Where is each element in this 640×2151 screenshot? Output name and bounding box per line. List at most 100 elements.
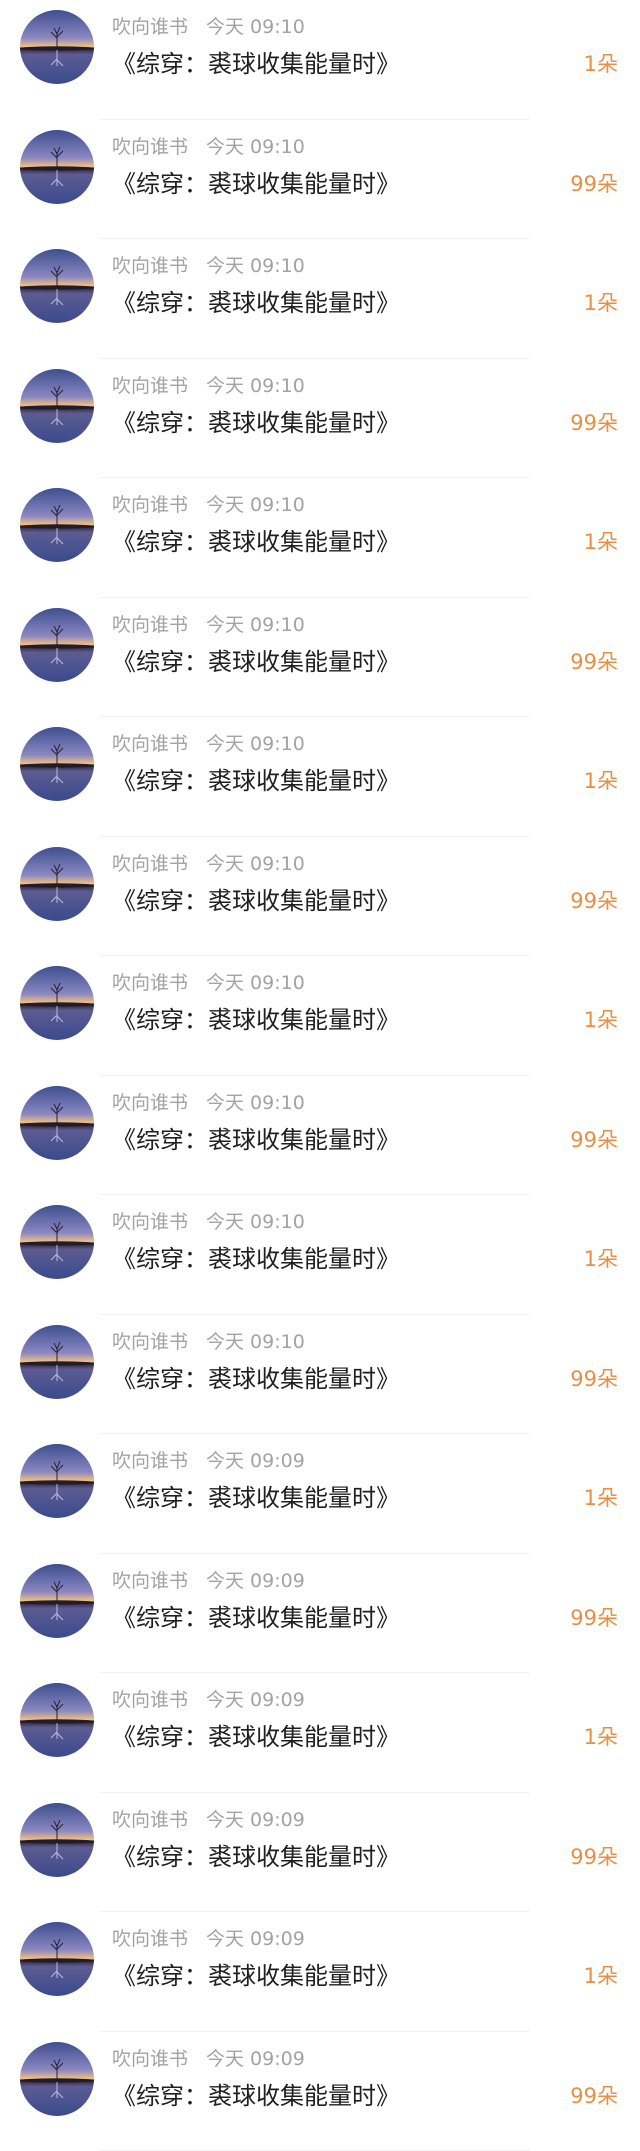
record-meta: 吹向谁书今天 09:10 (112, 1090, 305, 1116)
sender-name: 吹向谁书 (112, 375, 188, 397)
flower-amount: 99朵 (570, 1362, 618, 1396)
avatar[interactable] (20, 1325, 94, 1399)
flower-amount: 99朵 (570, 406, 618, 440)
flower-amount: 1朵 (584, 1481, 618, 1515)
avatar[interactable] (20, 249, 94, 323)
flower-amount: 99朵 (570, 1601, 618, 1635)
sender-name: 吹向谁书 (112, 494, 188, 516)
list-item[interactable]: 吹向谁书今天 09:09 《综穿：裘球收集能量时》 99朵 (0, 1793, 640, 1913)
avatar[interactable] (20, 1803, 94, 1877)
list-item[interactable]: 吹向谁书今天 09:10 《综穿：裘球收集能量时》 1朵 (0, 1195, 640, 1315)
record-time: 今天 09:09 (206, 2048, 305, 2070)
flower-amount: 1朵 (584, 764, 618, 798)
flower-amount: 99朵 (570, 2079, 618, 2113)
avatar[interactable] (20, 1205, 94, 1279)
landscape-avatar-icon (20, 608, 94, 682)
sender-name: 吹向谁书 (112, 733, 188, 755)
book-title: 《综穿：裘球收集能量时》 (112, 525, 400, 559)
flower-amount: 1朵 (584, 1959, 618, 1993)
avatar[interactable] (20, 727, 94, 801)
avatar[interactable] (20, 966, 94, 1040)
list-item[interactable]: 吹向谁书今天 09:09 《综穿：裘球收集能量时》 1朵 (0, 1673, 640, 1793)
landscape-avatar-icon (20, 488, 94, 562)
sender-name: 吹向谁书 (112, 16, 188, 38)
sender-name: 吹向谁书 (112, 136, 188, 158)
record-meta: 吹向谁书今天 09:10 (112, 970, 305, 996)
list-item[interactable]: 吹向谁书今天 09:09 《综穿：裘球收集能量时》 99朵 (0, 1554, 640, 1674)
avatar[interactable] (20, 488, 94, 562)
sender-name: 吹向谁书 (112, 255, 188, 277)
record-meta: 吹向谁书今天 09:10 (112, 253, 305, 279)
record-meta: 吹向谁书今天 09:10 (112, 851, 305, 877)
sender-name: 吹向谁书 (112, 1092, 188, 1114)
landscape-avatar-icon (20, 1086, 94, 1160)
record-time: 今天 09:10 (206, 375, 305, 397)
list-item[interactable]: 吹向谁书今天 09:10 《综穿：裘球收集能量时》 1朵 (0, 956, 640, 1076)
book-title: 《综穿：裘球收集能量时》 (112, 764, 400, 798)
record-time: 今天 09:09 (206, 1809, 305, 1831)
avatar[interactable] (20, 2042, 94, 2116)
record-time: 今天 09:10 (206, 255, 305, 277)
flower-amount: 1朵 (584, 525, 618, 559)
list-item[interactable]: 吹向谁书今天 09:09 《综穿：裘球收集能量时》 99朵 (0, 2032, 640, 2151)
list-item[interactable]: 吹向谁书今天 09:10 《综穿：裘球收集能量时》 99朵 (0, 837, 640, 957)
record-meta: 吹向谁书今天 09:10 (112, 1329, 305, 1355)
landscape-avatar-icon (20, 1683, 94, 1757)
sender-name: 吹向谁书 (112, 1211, 188, 1233)
landscape-avatar-icon (20, 847, 94, 921)
record-meta: 吹向谁书今天 09:09 (112, 2046, 305, 2072)
sender-name: 吹向谁书 (112, 1689, 188, 1711)
avatar[interactable] (20, 1922, 94, 1996)
sender-name: 吹向谁书 (112, 1450, 188, 1472)
book-title: 《综穿：裘球收集能量时》 (112, 1959, 400, 1993)
landscape-avatar-icon (20, 369, 94, 443)
book-title: 《综穿：裘球收集能量时》 (112, 1481, 400, 1515)
list-item[interactable]: 吹向谁书今天 09:10 《综穿：裘球收集能量时》 1朵 (0, 0, 640, 120)
avatar[interactable] (20, 1444, 94, 1518)
flower-amount: 99朵 (570, 1840, 618, 1874)
book-title: 《综穿：裘球收集能量时》 (112, 167, 400, 201)
sender-name: 吹向谁书 (112, 614, 188, 636)
book-title: 《综穿：裘球收集能量时》 (112, 1003, 400, 1037)
sender-name: 吹向谁书 (112, 1331, 188, 1353)
landscape-avatar-icon (20, 10, 94, 84)
list-item[interactable]: 吹向谁书今天 09:10 《综穿：裘球收集能量时》 1朵 (0, 717, 640, 837)
landscape-avatar-icon (20, 1564, 94, 1638)
sender-name: 吹向谁书 (112, 972, 188, 994)
avatar[interactable] (20, 130, 94, 204)
book-title: 《综穿：裘球收集能量时》 (112, 1362, 400, 1396)
list-item[interactable]: 吹向谁书今天 09:10 《综穿：裘球收集能量时》 99朵 (0, 1076, 640, 1196)
record-time: 今天 09:10 (206, 1331, 305, 1353)
sender-name: 吹向谁书 (112, 853, 188, 875)
list-item[interactable]: 吹向谁书今天 09:09 《综穿：裘球收集能量时》 1朵 (0, 1434, 640, 1554)
list-item[interactable]: 吹向谁书今天 09:10 《综穿：裘球收集能量时》 99朵 (0, 1315, 640, 1435)
book-title: 《综穿：裘球收集能量时》 (112, 1720, 400, 1754)
avatar[interactable] (20, 1086, 94, 1160)
list-item[interactable]: 吹向谁书今天 09:10 《综穿：裘球收集能量时》 99朵 (0, 598, 640, 718)
avatar[interactable] (20, 608, 94, 682)
record-time: 今天 09:10 (206, 136, 305, 158)
book-title: 《综穿：裘球收集能量时》 (112, 2079, 400, 2113)
avatar[interactable] (20, 1564, 94, 1638)
record-time: 今天 09:09 (206, 1689, 305, 1711)
record-time: 今天 09:09 (206, 1570, 305, 1592)
record-time: 今天 09:10 (206, 853, 305, 875)
record-meta: 吹向谁书今天 09:09 (112, 1568, 305, 1594)
avatar[interactable] (20, 847, 94, 921)
landscape-avatar-icon (20, 1803, 94, 1877)
sender-name: 吹向谁书 (112, 1570, 188, 1592)
record-meta: 吹向谁书今天 09:10 (112, 731, 305, 757)
avatar[interactable] (20, 10, 94, 84)
avatar[interactable] (20, 1683, 94, 1757)
landscape-avatar-icon (20, 727, 94, 801)
record-meta: 吹向谁书今天 09:09 (112, 1687, 305, 1713)
list-item[interactable]: 吹向谁书今天 09:10 《综穿：裘球收集能量时》 1朵 (0, 478, 640, 598)
list-item[interactable]: 吹向谁书今天 09:10 《综穿：裘球收集能量时》 1朵 (0, 239, 640, 359)
avatar[interactable] (20, 369, 94, 443)
sender-name: 吹向谁书 (112, 2048, 188, 2070)
list-item[interactable]: 吹向谁书今天 09:09 《综穿：裘球收集能量时》 1朵 (0, 1912, 640, 2032)
list-item[interactable]: 吹向谁书今天 09:10 《综穿：裘球收集能量时》 99朵 (0, 359, 640, 479)
flower-amount: 1朵 (584, 286, 618, 320)
flower-amount: 99朵 (570, 884, 618, 918)
list-item[interactable]: 吹向谁书今天 09:10 《综穿：裘球收集能量时》 99朵 (0, 120, 640, 240)
